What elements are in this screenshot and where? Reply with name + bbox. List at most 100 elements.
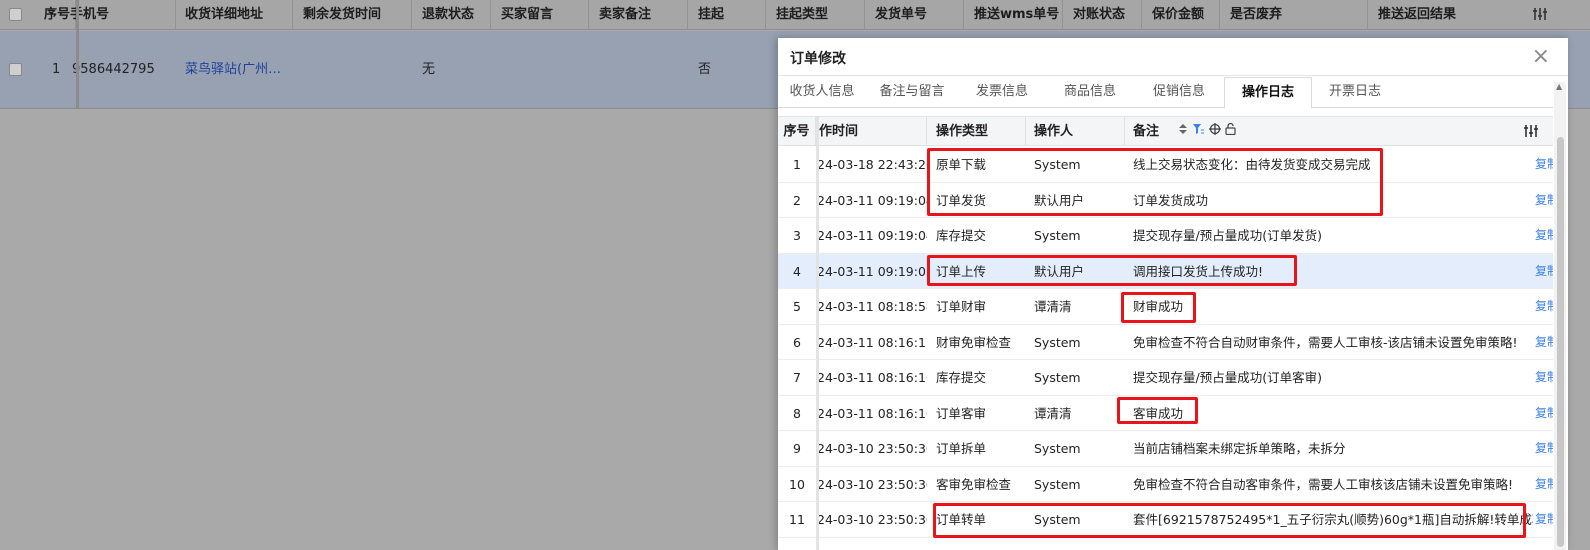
log-cell-type: 订单发货	[936, 192, 987, 208]
dialog-title: 订单修改	[790, 51, 846, 67]
log-cell-time: 24-03-18 22:43:26	[817, 157, 927, 172]
log-cell-index: 10	[789, 476, 805, 492]
sort-icon[interactable]	[1178, 117, 1188, 146]
scroll-up-icon[interactable]: ▲	[1556, 82, 1562, 91]
dialog-scrollbar[interactable]: ▲	[1554, 82, 1566, 550]
log-cell-operator: System	[1034, 476, 1081, 492]
log-column-settings-icon[interactable]	[1523, 123, 1539, 143]
log-row[interactable]: 4 24-03-11 09:19:03 订单上传 默认用户 调用接口发货上传成功! 复制	[778, 253, 1553, 289]
log-cell-operator: 默认用户	[1034, 192, 1085, 208]
log-cell-operator: System	[1034, 512, 1081, 527]
log-cell-type: 财审免审检查	[936, 334, 1012, 350]
col-header-address[interactable]: 收货详细地址	[175, 0, 293, 30]
pin-icon[interactable]	[1208, 117, 1221, 146]
log-cell-time: 24-03-11 08:18:58	[817, 299, 927, 314]
log-cell-index: 4	[793, 263, 801, 279]
log-cell-operator: System	[1034, 228, 1081, 243]
col-header-discarded[interactable]: 是否废弃	[1220, 0, 1368, 30]
tab-product-info[interactable]: 商品信息	[1046, 77, 1134, 108]
log-cell-type: 订单客审	[936, 405, 987, 421]
log-cell-remark: 财审成功	[1133, 299, 1184, 314]
log-cell-type: 原单下载	[936, 157, 987, 172]
log-cell-operator: 默认用户	[1034, 263, 1085, 279]
copy-link[interactable]: 复制	[1535, 147, 1553, 182]
log-row[interactable]: 7 24-03-11 08:16:16 库存提交 System 提交现存量/预占量成功(…	[778, 360, 1553, 396]
log-row[interactable]: 8 24-03-11 08:16:16 订单客审 谭清清 客审成功 复制	[778, 395, 1553, 431]
log-row[interactable]: 1 24-03-18 22:43:26 原单下载 System 线上交易状态变化：由待发…	[778, 147, 1553, 183]
col-header-shipping-no[interactable]: 发货单号	[865, 0, 964, 30]
select-all-checkbox[interactable]	[9, 8, 22, 21]
log-cell-index: 2	[793, 192, 801, 208]
log-cell-remark: 当前店铺档案未绑定拆单策略，未拆分	[1133, 441, 1346, 456]
log-cell-time: 24-03-10 23:50:30	[817, 476, 927, 492]
log-cell-time: 24-03-11 09:19:04	[817, 228, 927, 243]
log-row[interactable]: 9 24-03-10 23:50:30 订单拆单 System 当前店铺档案未绑定拆单策…	[778, 431, 1553, 467]
scrollbar-thumb[interactable]	[1557, 137, 1564, 547]
log-cell-time: 24-03-11 09:19:03	[817, 263, 927, 279]
tab-remarks[interactable]: 备注与留言	[866, 77, 958, 108]
copy-link[interactable]: 复制	[1535, 325, 1553, 360]
log-row[interactable]: 10 24-03-10 23:50:30 客审免审检查 System 免审检查不符合自动…	[778, 466, 1553, 502]
col-header-suspend-type[interactable]: 挂起类型	[766, 0, 865, 30]
log-cell-time: 24-03-10 23:50:30	[817, 512, 927, 527]
order-edit-dialog: 订单修改 × 收货人信息 备注与留言 发票信息 商品信息 促销信息 操作日志 开…	[778, 38, 1568, 550]
tab-consignee-info[interactable]: 收货人信息	[778, 77, 866, 108]
log-cell-type: 订单拆单	[936, 441, 987, 456]
log-col-index[interactable]: 序号	[778, 117, 816, 146]
row-checkbox[interactable]	[9, 63, 22, 76]
tab-invoicing-log[interactable]: 开票日志	[1312, 77, 1398, 108]
copy-link[interactable]: 复制	[1535, 396, 1553, 431]
tab-promotion-info[interactable]: 促销信息	[1134, 77, 1224, 108]
log-cell-time: 24-03-10 23:50:30	[817, 441, 927, 456]
dialog-titlebar: 订单修改 ×	[778, 38, 1568, 76]
copy-link[interactable]: 复制	[1535, 360, 1553, 395]
copy-link[interactable]: 复制	[1535, 467, 1553, 502]
log-cell-type: 客审免审检查	[936, 476, 1012, 492]
log-col-time[interactable]: 作时间	[819, 117, 927, 146]
log-col-operator[interactable]: 操作人	[1026, 117, 1125, 146]
copy-link[interactable]: 复制	[1535, 254, 1553, 289]
log-cell-remark: 订单发货成功	[1133, 192, 1209, 208]
log-row[interactable]: 6 24-03-11 08:16:17 财审免审检查 System 免审检查不符合自动财…	[778, 324, 1553, 360]
filter-icon[interactable]	[1192, 117, 1205, 146]
col-header-seller-note[interactable]: 卖家备注	[589, 0, 688, 30]
frozen-column-divider	[76, 0, 79, 109]
log-row[interactable]: 2 24-03-11 09:19:04 订单发货 默认用户 订单发货成功 复制	[778, 182, 1553, 218]
log-cell-time: 24-03-11 09:19:04	[817, 192, 927, 208]
log-col-remark[interactable]: 备注	[1125, 117, 1545, 146]
col-header-suspended[interactable]: 挂起	[688, 0, 766, 30]
log-row[interactable]: 3 24-03-11 09:19:04 库存提交 System 提交现存量/预占量成功(…	[778, 218, 1553, 254]
tab-invoice-info[interactable]: 发票信息	[958, 77, 1046, 108]
col-header-wms-no[interactable]: 推送wms单号	[964, 0, 1063, 30]
log-row[interactable]: 5 24-03-11 08:18:58 订单财审 谭清清 财审成功 复制	[778, 289, 1553, 325]
log-cell-remark: 提交现存量/预占量成功(订单发货)	[1133, 228, 1322, 243]
log-cell-index: 1	[793, 157, 801, 172]
col-header-phone[interactable]: 手机号	[66, 0, 176, 30]
copy-link[interactable]: 复制	[1535, 502, 1553, 537]
log-cell-time: 24-03-11 08:16:16	[817, 370, 927, 385]
log-cell-operator: 谭清清	[1034, 299, 1072, 314]
col-header-push-result[interactable]: 推送返回结果	[1368, 0, 1518, 30]
log-cell-type: 订单转单	[936, 512, 987, 527]
copy-link[interactable]: 复制	[1535, 183, 1553, 218]
col-header-remaining-time[interactable]: 剩余发货时间	[293, 0, 412, 30]
log-cell-type: 库存提交	[936, 228, 987, 243]
copy-link[interactable]: 复制	[1535, 218, 1553, 253]
unlock-icon[interactable]	[1225, 117, 1236, 146]
copy-link[interactable]: 复制	[1535, 289, 1553, 324]
col-header-refund-status[interactable]: 退款状态	[412, 0, 491, 30]
log-col-type[interactable]: 操作类型	[927, 117, 1026, 146]
log-row[interactable]: 11 24-03-10 23:50:30 订单转单 System 套件[69215787…	[778, 502, 1553, 538]
col-header-buyer-message[interactable]: 买家留言	[491, 0, 589, 30]
log-cell-operator: System	[1034, 334, 1081, 350]
col-header-reconcile-status[interactable]: 对账状态	[1063, 0, 1142, 30]
log-cell-index: 8	[793, 405, 801, 421]
copy-link[interactable]: 复制	[1535, 431, 1553, 466]
log-cell-operator: System	[1034, 370, 1081, 385]
tab-operation-log[interactable]: 操作日志	[1224, 77, 1312, 109]
column-settings-icon[interactable]	[1532, 6, 1548, 26]
row-address-link[interactable]: 菜鸟驿站(广州…	[175, 31, 293, 109]
close-icon[interactable]: ×	[1532, 44, 1550, 69]
col-header-insured-amount[interactable]: 保价金额	[1142, 0, 1220, 30]
log-cell-remark: 线上交易状态变化：由待发货变成交易完成	[1133, 157, 1371, 172]
